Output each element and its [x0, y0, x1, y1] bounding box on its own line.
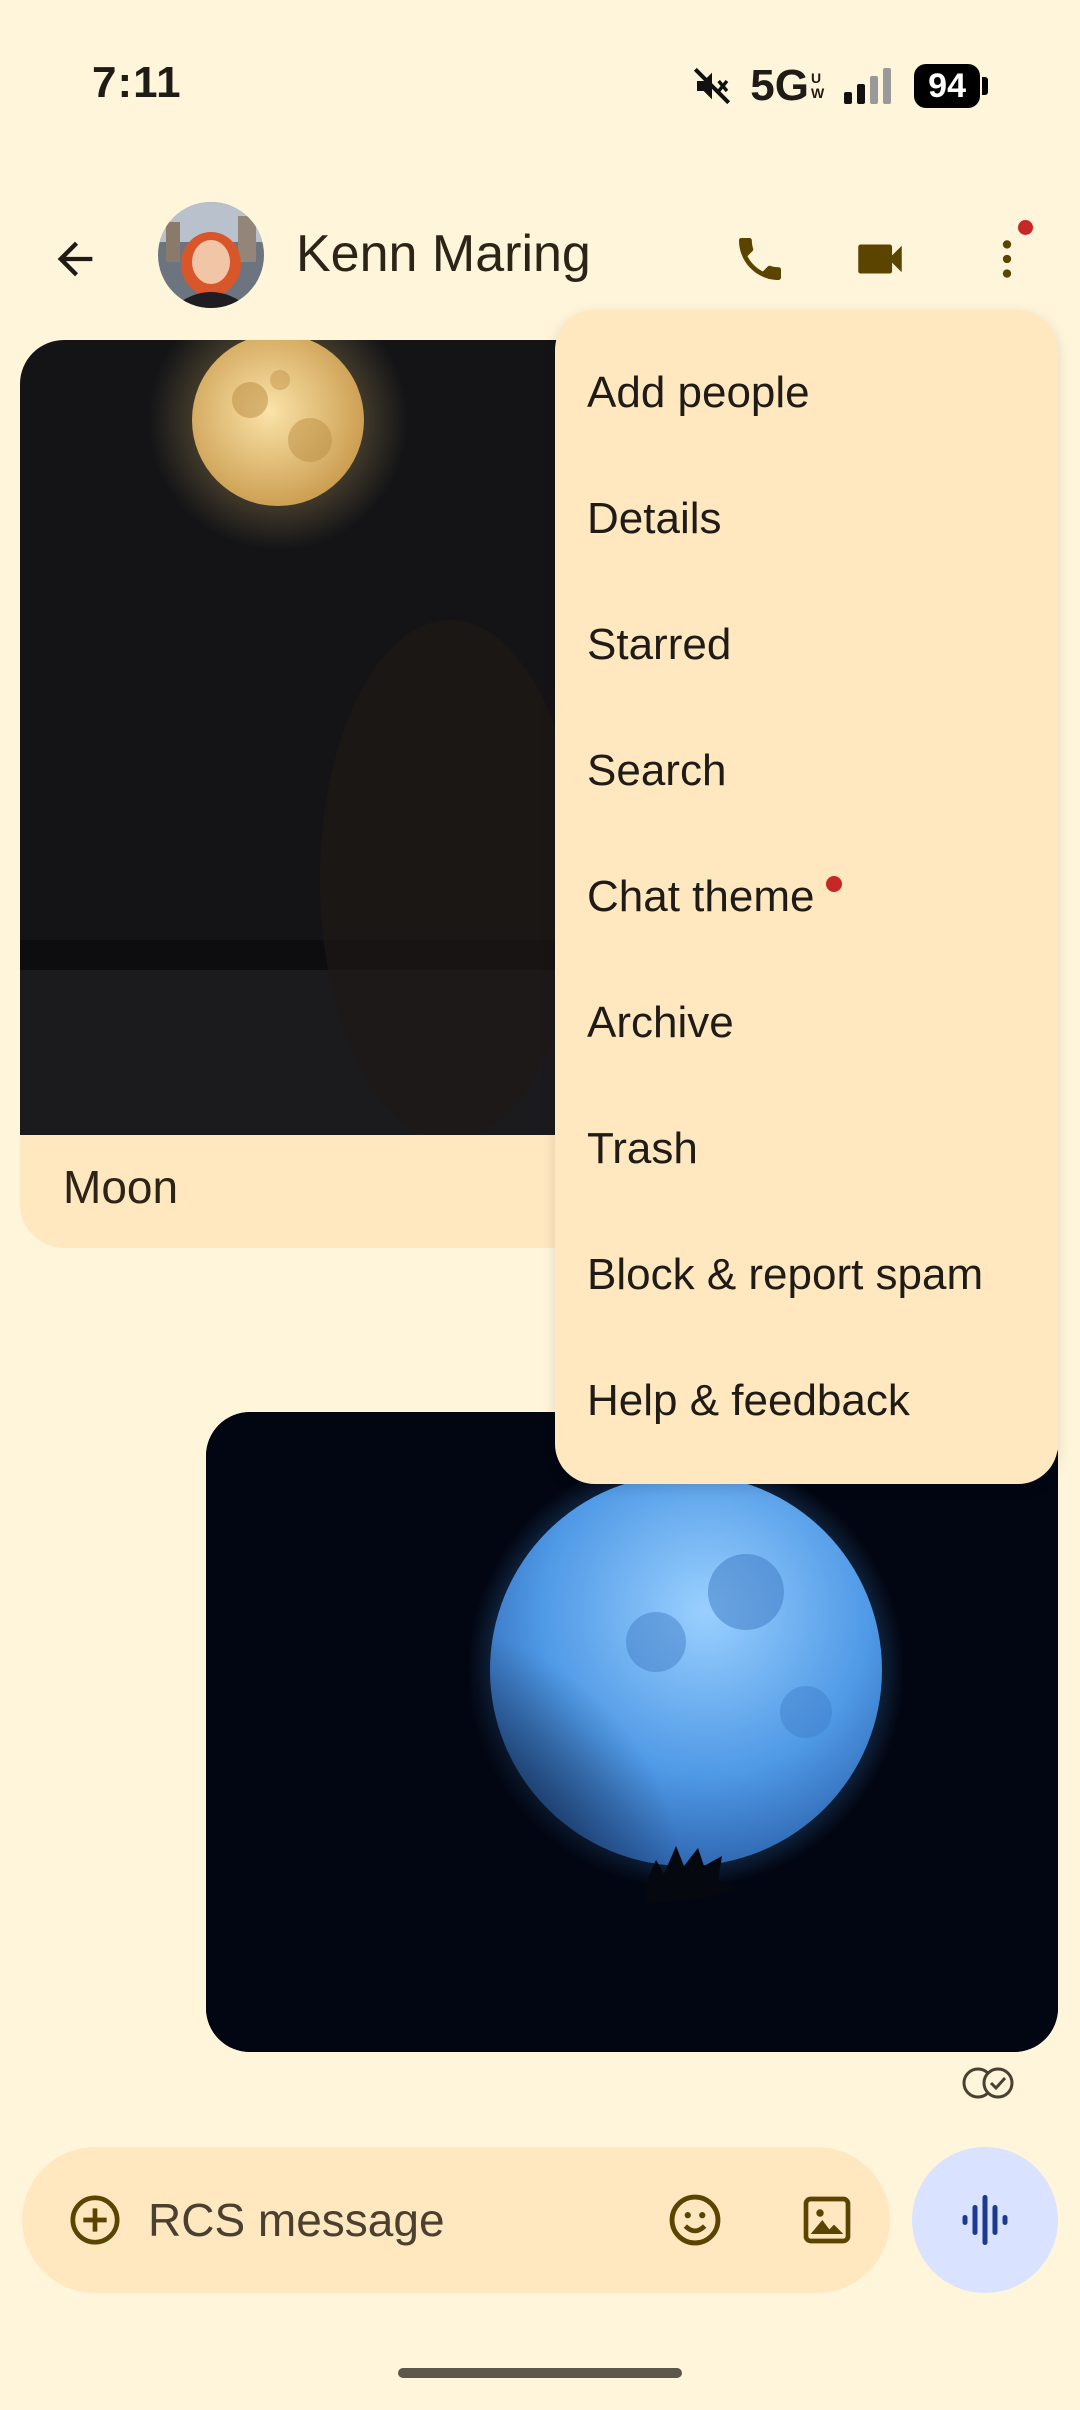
- read-receipt-icon: [962, 2067, 1014, 2099]
- add-circle-icon: [70, 2195, 120, 2245]
- back-button[interactable]: [30, 214, 120, 304]
- status-bar: 7:11 5G U W 94: [0, 0, 1080, 170]
- menu-item-label: Block & report spam: [587, 1250, 984, 1299]
- avatar[interactable]: [158, 202, 264, 308]
- status-time: 7:11: [92, 58, 182, 107]
- menu-item-starred[interactable]: Starred: [587, 600, 731, 690]
- menu-item-block-report-spam[interactable]: Block & report spam: [587, 1230, 983, 1320]
- menu-item-label: Starred: [587, 620, 732, 669]
- network-indicator: 5G U W: [750, 61, 824, 111]
- message-input[interactable]: [148, 2187, 618, 2253]
- mute-icon: [694, 67, 731, 105]
- battery-level: 94: [914, 64, 980, 108]
- battery-tip: [982, 77, 988, 95]
- voice-message-button[interactable]: [912, 2147, 1058, 2293]
- network-sub: U W: [811, 71, 824, 101]
- menu-item-label: Archive: [587, 998, 734, 1047]
- menu-item-label: Add people: [587, 368, 810, 417]
- menu-item-details[interactable]: Details: [587, 474, 722, 564]
- message-caption: Moon: [63, 1161, 179, 1213]
- back-arrow-icon: [57, 241, 93, 277]
- voice-waveform-icon: [962, 2195, 1008, 2245]
- contact-name[interactable]: Kenn Maring: [296, 224, 591, 284]
- emoji-button[interactable]: [652, 2177, 738, 2263]
- overflow-menu: Add people Details Starred Search Chat t…: [555, 310, 1058, 1484]
- status-icons: 5G U W 94: [692, 58, 988, 114]
- menu-item-label: Search: [587, 746, 727, 795]
- menu-item-help-feedback[interactable]: Help & feedback: [587, 1356, 910, 1446]
- more-vert-icon: [1002, 240, 1012, 278]
- menu-item-trash[interactable]: Trash: [587, 1104, 698, 1194]
- avatar-photo: [158, 202, 264, 308]
- video-call-button[interactable]: [835, 214, 925, 304]
- network-label: 5G: [750, 61, 809, 110]
- more-options-button[interactable]: [962, 214, 1052, 304]
- gallery-button[interactable]: [784, 2177, 870, 2263]
- video-camera-icon: [858, 244, 902, 274]
- menu-item-label: Help & feedback: [587, 1376, 910, 1425]
- new-badge-dot: [826, 876, 843, 892]
- message-composer: [22, 2147, 890, 2293]
- menu-item-chat-theme[interactable]: Chat theme: [587, 852, 843, 942]
- notification-dot: [1018, 220, 1033, 235]
- menu-item-label: Details: [587, 494, 722, 543]
- conversation-header: Kenn Maring: [0, 190, 1080, 322]
- menu-item-add-people[interactable]: Add people: [587, 348, 810, 438]
- add-attachment-button[interactable]: [52, 2177, 138, 2263]
- battery-icon: 94: [914, 64, 988, 108]
- moon-photo-blue: [206, 1412, 1058, 2052]
- outgoing-image-message[interactable]: [206, 1412, 1058, 2052]
- home-indicator[interactable]: [398, 2368, 682, 2378]
- menu-item-label: Chat theme: [587, 872, 815, 921]
- menu-item-archive[interactable]: Archive: [587, 978, 734, 1068]
- phone-icon: [739, 238, 781, 280]
- menu-item-label: Trash: [587, 1124, 698, 1173]
- network-sub-top: U: [810, 70, 822, 86]
- gallery-icon: [803, 2196, 851, 2244]
- menu-item-search[interactable]: Search: [587, 726, 726, 816]
- emoji-icon: [669, 2194, 721, 2246]
- network-sub-bottom: W: [810, 85, 825, 101]
- call-button[interactable]: [715, 214, 805, 304]
- signal-icon: [844, 68, 892, 104]
